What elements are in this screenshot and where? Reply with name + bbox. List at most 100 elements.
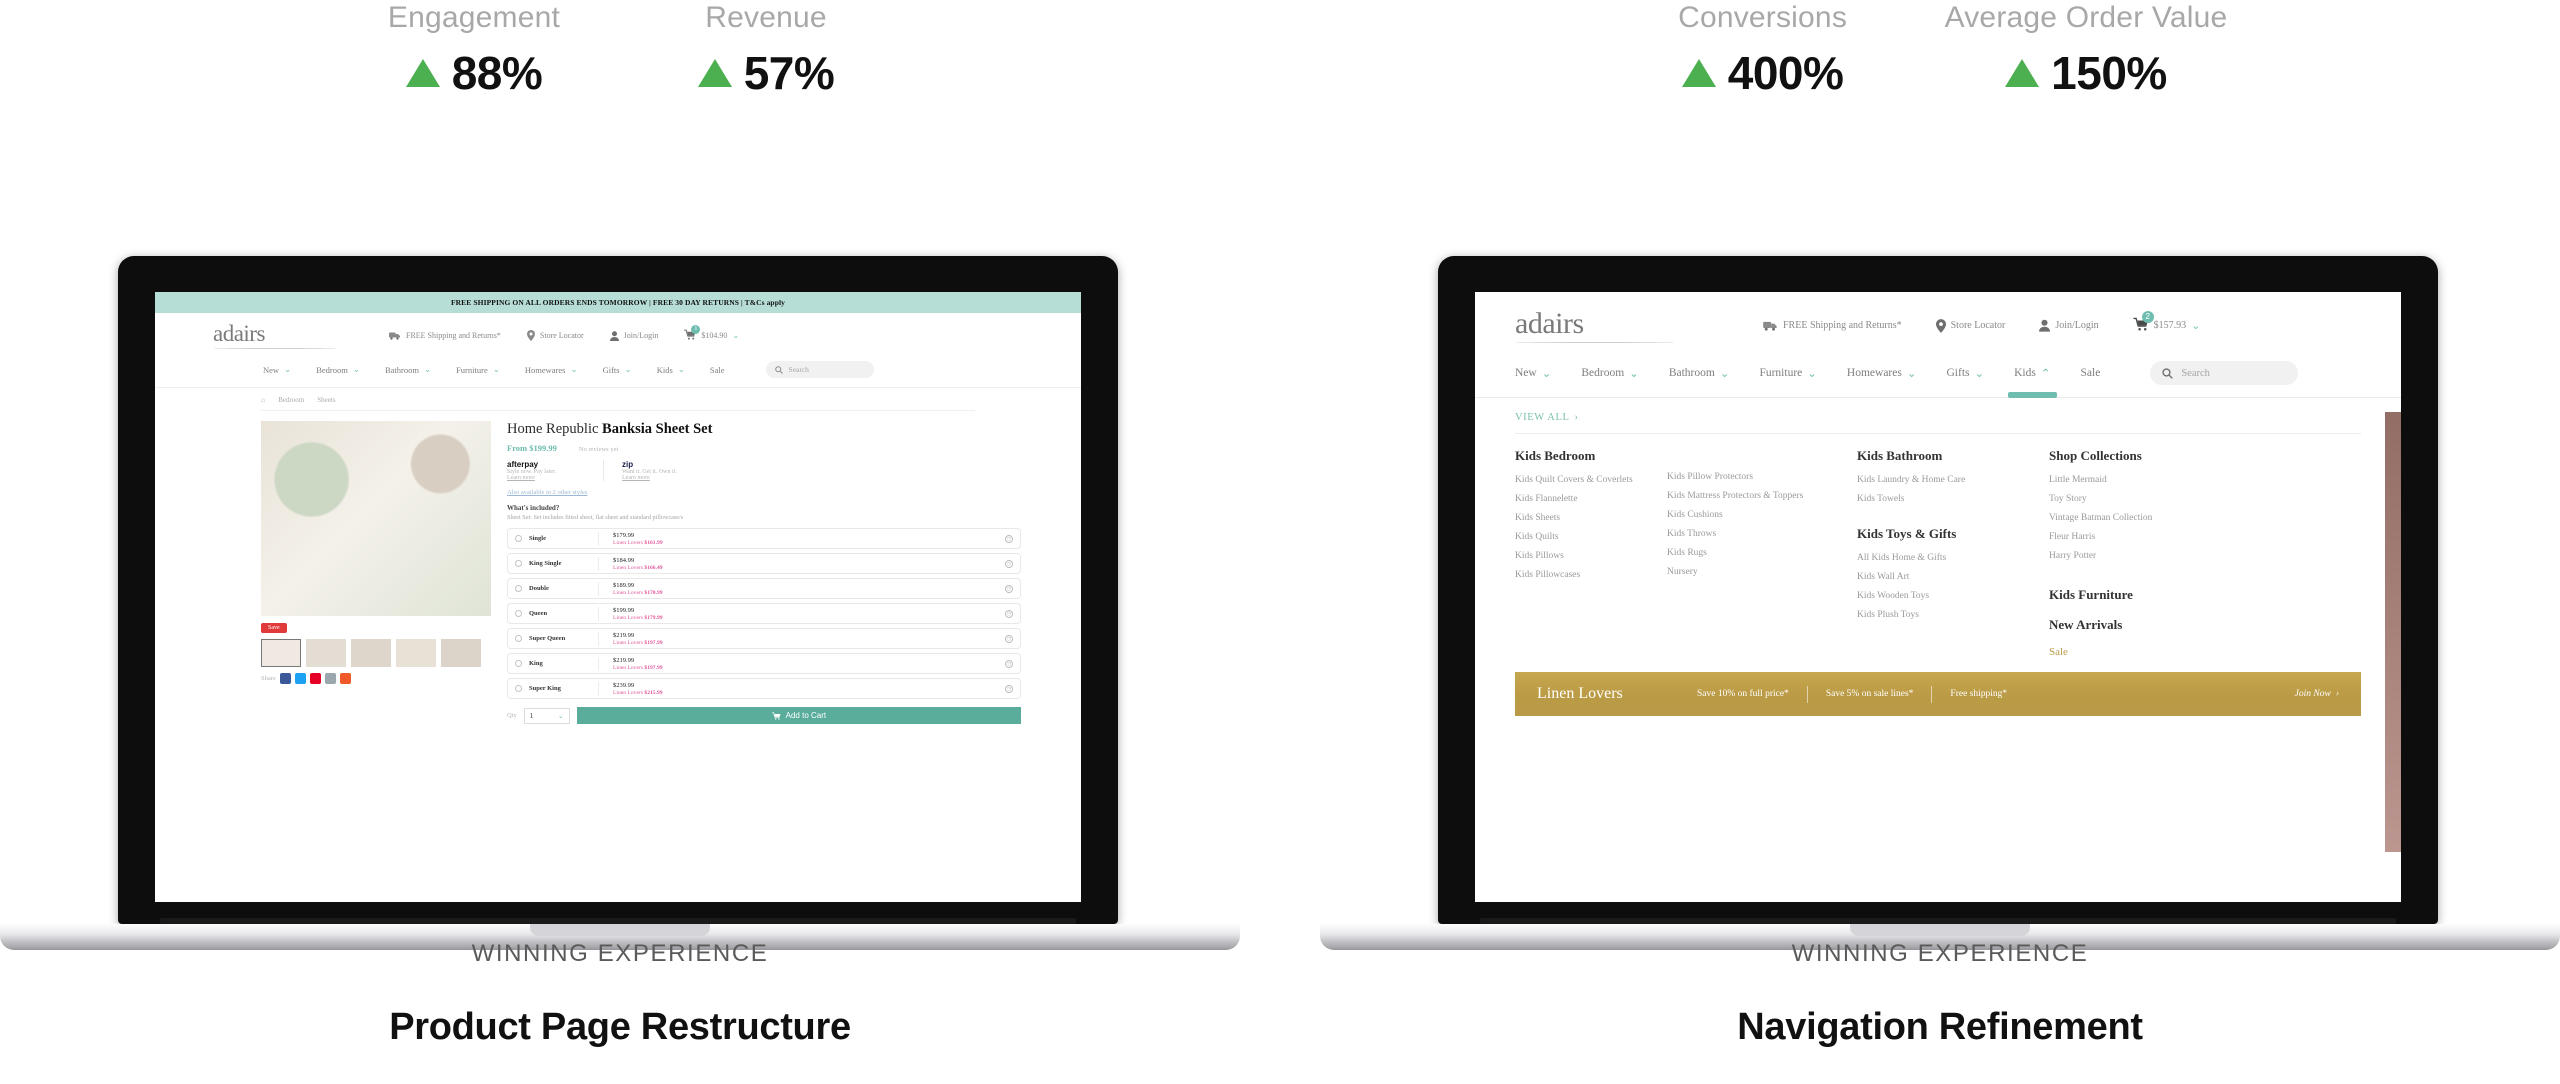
- size-option-row[interactable]: King $219.99 Linen Lovers $197.99 ◷: [507, 653, 1021, 674]
- utility-item-shipping[interactable]: FREE Shipping and Returns*: [389, 331, 501, 340]
- info-clock-icon[interactable]: ◷: [1005, 659, 1013, 668]
- nav-item-homewares[interactable]: Homewares ⌄: [525, 364, 578, 375]
- mega-menu-item[interactable]: Kids Pillowcases: [1515, 570, 1667, 580]
- home-icon[interactable]: ⌂: [261, 396, 265, 404]
- search-input[interactable]: Search: [765, 361, 874, 378]
- size-option-row[interactable]: Super King $239.99 Linen Lovers $215.99 ◷: [507, 678, 1021, 699]
- size-option-row[interactable]: King Single $184.99 Linen Lovers $166.49 ◷: [507, 553, 1021, 574]
- size-option-row[interactable]: Single $179.99 Linen Lovers $161.99 ◷: [507, 528, 1021, 549]
- mega-menu-item[interactable]: Kids Throws: [1667, 529, 1857, 539]
- size-radio[interactable]: [515, 560, 522, 567]
- mega-menu-item[interactable]: Toy Story: [2049, 494, 2239, 504]
- linen-lovers-banner[interactable]: Linen Lovers Save 10% on full price* Sav…: [1515, 672, 2361, 716]
- add-to-cart-button[interactable]: Add to Cart: [576, 707, 1021, 724]
- nav-item-gifts[interactable]: Gifts ⌄: [1946, 366, 1984, 380]
- brand-logo[interactable]: adairs: [1515, 308, 1705, 339]
- info-clock-icon[interactable]: ◷: [1005, 634, 1013, 643]
- nav-item-furniture[interactable]: Furniture ⌄: [456, 364, 500, 375]
- zip-block: zip Want it. Get it. Own it. Learn more: [622, 460, 706, 481]
- breadcrumb-item-sheets[interactable]: Sheets: [317, 396, 335, 404]
- utility-item-account[interactable]: Join/Login: [609, 330, 658, 341]
- utility-item-store-locator[interactable]: Store Locator: [526, 330, 584, 341]
- zip-learn-more[interactable]: Learn more: [622, 475, 706, 481]
- size-option-row[interactable]: Double $189.99 Linen Lovers $170.99 ◷: [507, 578, 1021, 599]
- info-clock-icon[interactable]: ◷: [1005, 584, 1013, 593]
- mega-menu-item[interactable]: Kids Pillows: [1515, 551, 1667, 561]
- mega-menu-item[interactable]: Kids Wooden Toys: [1857, 591, 2049, 601]
- nav-item-sale[interactable]: Sale: [710, 365, 725, 375]
- size-option-row[interactable]: Super Queen $219.99 Linen Lovers $197.99 ◷: [507, 628, 1021, 649]
- size-option-row[interactable]: Queen $199.99 Linen Lovers $179.99 ◷: [507, 603, 1021, 624]
- twitter-icon[interactable]: [294, 673, 306, 684]
- nav-item-new[interactable]: New ⌄: [263, 364, 291, 375]
- mega-menu-item[interactable]: Kids Plush Toys: [1857, 610, 2049, 620]
- more-icon[interactable]: [339, 673, 351, 684]
- thumbnail-4[interactable]: [396, 639, 436, 667]
- mega-menu-item[interactable]: Kids Mattress Protectors & Toppers: [1667, 491, 1857, 501]
- product-hero-image[interactable]: [261, 421, 491, 616]
- size-radio[interactable]: [515, 685, 522, 692]
- utility-item-store-locator[interactable]: Store Locator: [1935, 318, 2005, 333]
- nav-item-bedroom[interactable]: Bedroom ⌄: [316, 364, 360, 375]
- mega-menu-item[interactable]: Little Mermaid: [2049, 475, 2239, 485]
- column-heading-new-arrivals[interactable]: New Arrivals: [2049, 617, 2239, 633]
- column-items: Little Mermaid Toy Story Vintage Batman Co…: [2049, 475, 2239, 561]
- column-heading-kids-furniture[interactable]: Kids Furniture: [2049, 587, 2239, 603]
- size-radio[interactable]: [515, 610, 522, 617]
- qty-stepper[interactable]: 1 ⌄: [523, 707, 570, 724]
- utility-item-shipping[interactable]: FREE Shipping and Returns*: [1763, 320, 1902, 331]
- utility-item-cart[interactable]: 2 $157.93 ⌄: [2132, 311, 2200, 334]
- view-all-link[interactable]: VIEW ALL ›: [1515, 412, 2361, 423]
- nav-item-kids[interactable]: Kids ⌃: [2008, 366, 2057, 398]
- search-input[interactable]: Search: [2150, 361, 2299, 385]
- info-clock-icon[interactable]: ◷: [1005, 684, 1013, 693]
- mega-menu-item[interactable]: Kids Quilts: [1515, 532, 1667, 542]
- size-radio[interactable]: [515, 660, 522, 667]
- utility-item-account[interactable]: Join/Login: [2039, 319, 2099, 332]
- size-radio[interactable]: [515, 585, 522, 592]
- nav-item-sale[interactable]: Sale: [2081, 367, 2101, 379]
- mega-menu-item[interactable]: Fleur Harris: [2049, 532, 2239, 542]
- nav-item-bedroom[interactable]: Bedroom ⌄: [1581, 366, 1638, 380]
- nav-item-gifts[interactable]: Gifts ⌄: [603, 364, 632, 375]
- nav-item-kids[interactable]: Kids ⌄: [657, 364, 685, 375]
- thumbnail-3[interactable]: [351, 639, 391, 667]
- size-radio[interactable]: [515, 635, 522, 642]
- afterpay-learn-more[interactable]: Learn more: [507, 475, 585, 481]
- info-clock-icon[interactable]: ◷: [1005, 534, 1013, 543]
- info-clock-icon[interactable]: ◷: [1005, 559, 1013, 568]
- size-radio[interactable]: [515, 535, 522, 542]
- mega-menu-item[interactable]: Kids Quilt Covers & Coverlets: [1515, 475, 1667, 485]
- mega-menu-item[interactable]: Kids Laundry & Home Care: [1857, 475, 2049, 485]
- reviews-text[interactable]: No reviews yet: [579, 446, 618, 453]
- mega-menu-item[interactable]: Kids Flannelette: [1515, 494, 1667, 504]
- breadcrumb-item-bedroom[interactable]: Bedroom: [278, 396, 304, 404]
- mega-menu-item[interactable]: All Kids Home & Gifts: [1857, 553, 2049, 563]
- nav-item-bathroom[interactable]: Bathroom ⌄: [385, 364, 431, 375]
- nav-item-bathroom[interactable]: Bathroom ⌄: [1669, 366, 1730, 380]
- mega-menu-item[interactable]: Vintage Batman Collection: [2049, 513, 2239, 523]
- info-clock-icon[interactable]: ◷: [1005, 609, 1013, 618]
- sale-link[interactable]: Sale: [2049, 646, 2239, 658]
- thumbnail-5[interactable]: [441, 639, 481, 667]
- thumbnail-1[interactable]: [261, 639, 301, 667]
- mega-menu-item[interactable]: Kids Wall Art: [1857, 572, 2049, 582]
- nav-item-furniture[interactable]: Furniture ⌄: [1759, 366, 1816, 380]
- mega-menu-item[interactable]: Kids Cushions: [1667, 510, 1857, 520]
- mega-menu-item[interactable]: Kids Sheets: [1515, 513, 1667, 523]
- thumbnail-2[interactable]: [306, 639, 346, 667]
- utility-item-cart[interactable]: 1 $104.90 ⌄: [684, 325, 739, 342]
- facebook-icon[interactable]: [279, 673, 291, 684]
- mega-menu-item[interactable]: Kids Pillow Protectors: [1667, 472, 1857, 482]
- join-now-link[interactable]: Join Now ›: [2295, 689, 2339, 699]
- mega-menu-item[interactable]: Nursery: [1667, 567, 1857, 577]
- mega-menu-item[interactable]: Kids Rugs: [1667, 548, 1857, 558]
- nav-item-new[interactable]: New ⌄: [1515, 366, 1551, 380]
- mega-menu-item[interactable]: Harry Potter: [2049, 551, 2239, 561]
- brand-logo[interactable]: adairs: [213, 322, 363, 346]
- email-icon[interactable]: [324, 673, 336, 684]
- mega-menu-item[interactable]: Kids Towels: [1857, 494, 2049, 504]
- other-styles-link[interactable]: Also available in 2 other styles: [507, 489, 1021, 496]
- nav-item-homewares[interactable]: Homewares ⌄: [1847, 366, 1917, 380]
- pinterest-icon[interactable]: [309, 673, 321, 684]
